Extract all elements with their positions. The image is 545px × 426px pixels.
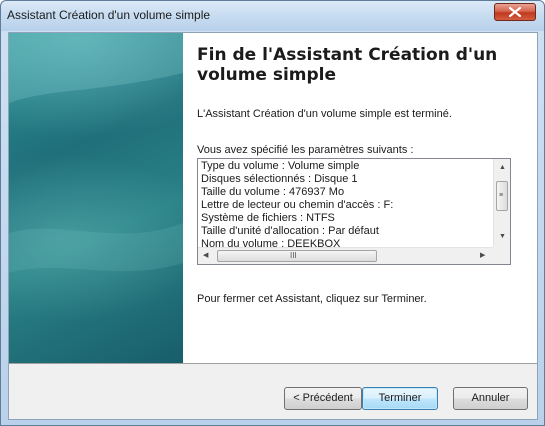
close-icon — [509, 7, 521, 17]
wizard-side-banner — [9, 33, 183, 363]
wizard-window: Assistant Création d'un volume simple Fi… — [0, 0, 545, 426]
scroll-up-icon[interactable]: ▲ — [499, 164, 506, 172]
summary-line: Taille d'unité d'allocation : Par défaut — [201, 225, 379, 237]
page-heading: Fin de l'Assistant Création d'un volume … — [197, 45, 498, 85]
scrollbar-corner — [493, 247, 510, 264]
wizard-client-area: Fin de l'Assistant Création d'un volume … — [8, 32, 538, 420]
summary-line: Taille du volume : 476937 Mo — [201, 186, 345, 198]
title-bar[interactable]: Assistant Création d'un volume simple — [1, 1, 544, 31]
scroll-right-icon[interactable]: ▶ — [480, 252, 485, 260]
window-title: Assistant Création d'un volume simple — [7, 8, 211, 22]
wizard-content: Fin de l'Assistant Création d'un volume … — [193, 33, 533, 363]
vertical-scrollbar[interactable]: ▲ ≡ ▼ — [493, 159, 510, 247]
summary-line: Disques sélectionnés : Disque 1 — [201, 173, 358, 185]
summary-lines: Type du volume : Volume simple Disques s… — [201, 160, 487, 250]
banner-wave-graphic — [9, 33, 183, 273]
summary-label: Vous avez spécifié les paramètres suivan… — [197, 144, 414, 156]
horizontal-scroll-thumb[interactable]: III — [217, 250, 377, 262]
completion-text: L'Assistant Création d'un volume simple … — [197, 108, 452, 120]
summary-line: Système de fichiers : NTFS — [201, 212, 335, 224]
summary-line: Type du volume : Volume simple — [201, 160, 360, 172]
back-button[interactable]: < Précédent — [284, 387, 362, 410]
close-button[interactable] — [494, 3, 536, 21]
finish-button[interactable]: Terminer — [362, 387, 438, 410]
close-instruction: Pour fermer cet Assistant, cliquez sur T… — [197, 293, 427, 305]
summary-listbox[interactable]: Type du volume : Volume simple Disques s… — [197, 158, 511, 265]
summary-line: Lettre de lecteur ou chemin d'accès : F: — [201, 199, 394, 211]
scroll-grip-icon: ≡ — [499, 192, 504, 199]
button-bar: < Précédent Terminer Annuler — [9, 364, 537, 419]
scroll-hgrip-icon: III — [290, 251, 297, 260]
scroll-left-icon[interactable]: ◀ — [203, 252, 208, 260]
cancel-button[interactable]: Annuler — [453, 387, 528, 410]
horizontal-scrollbar[interactable]: ◀ III ▶ — [198, 247, 493, 264]
scroll-down-icon[interactable]: ▼ — [499, 233, 506, 241]
